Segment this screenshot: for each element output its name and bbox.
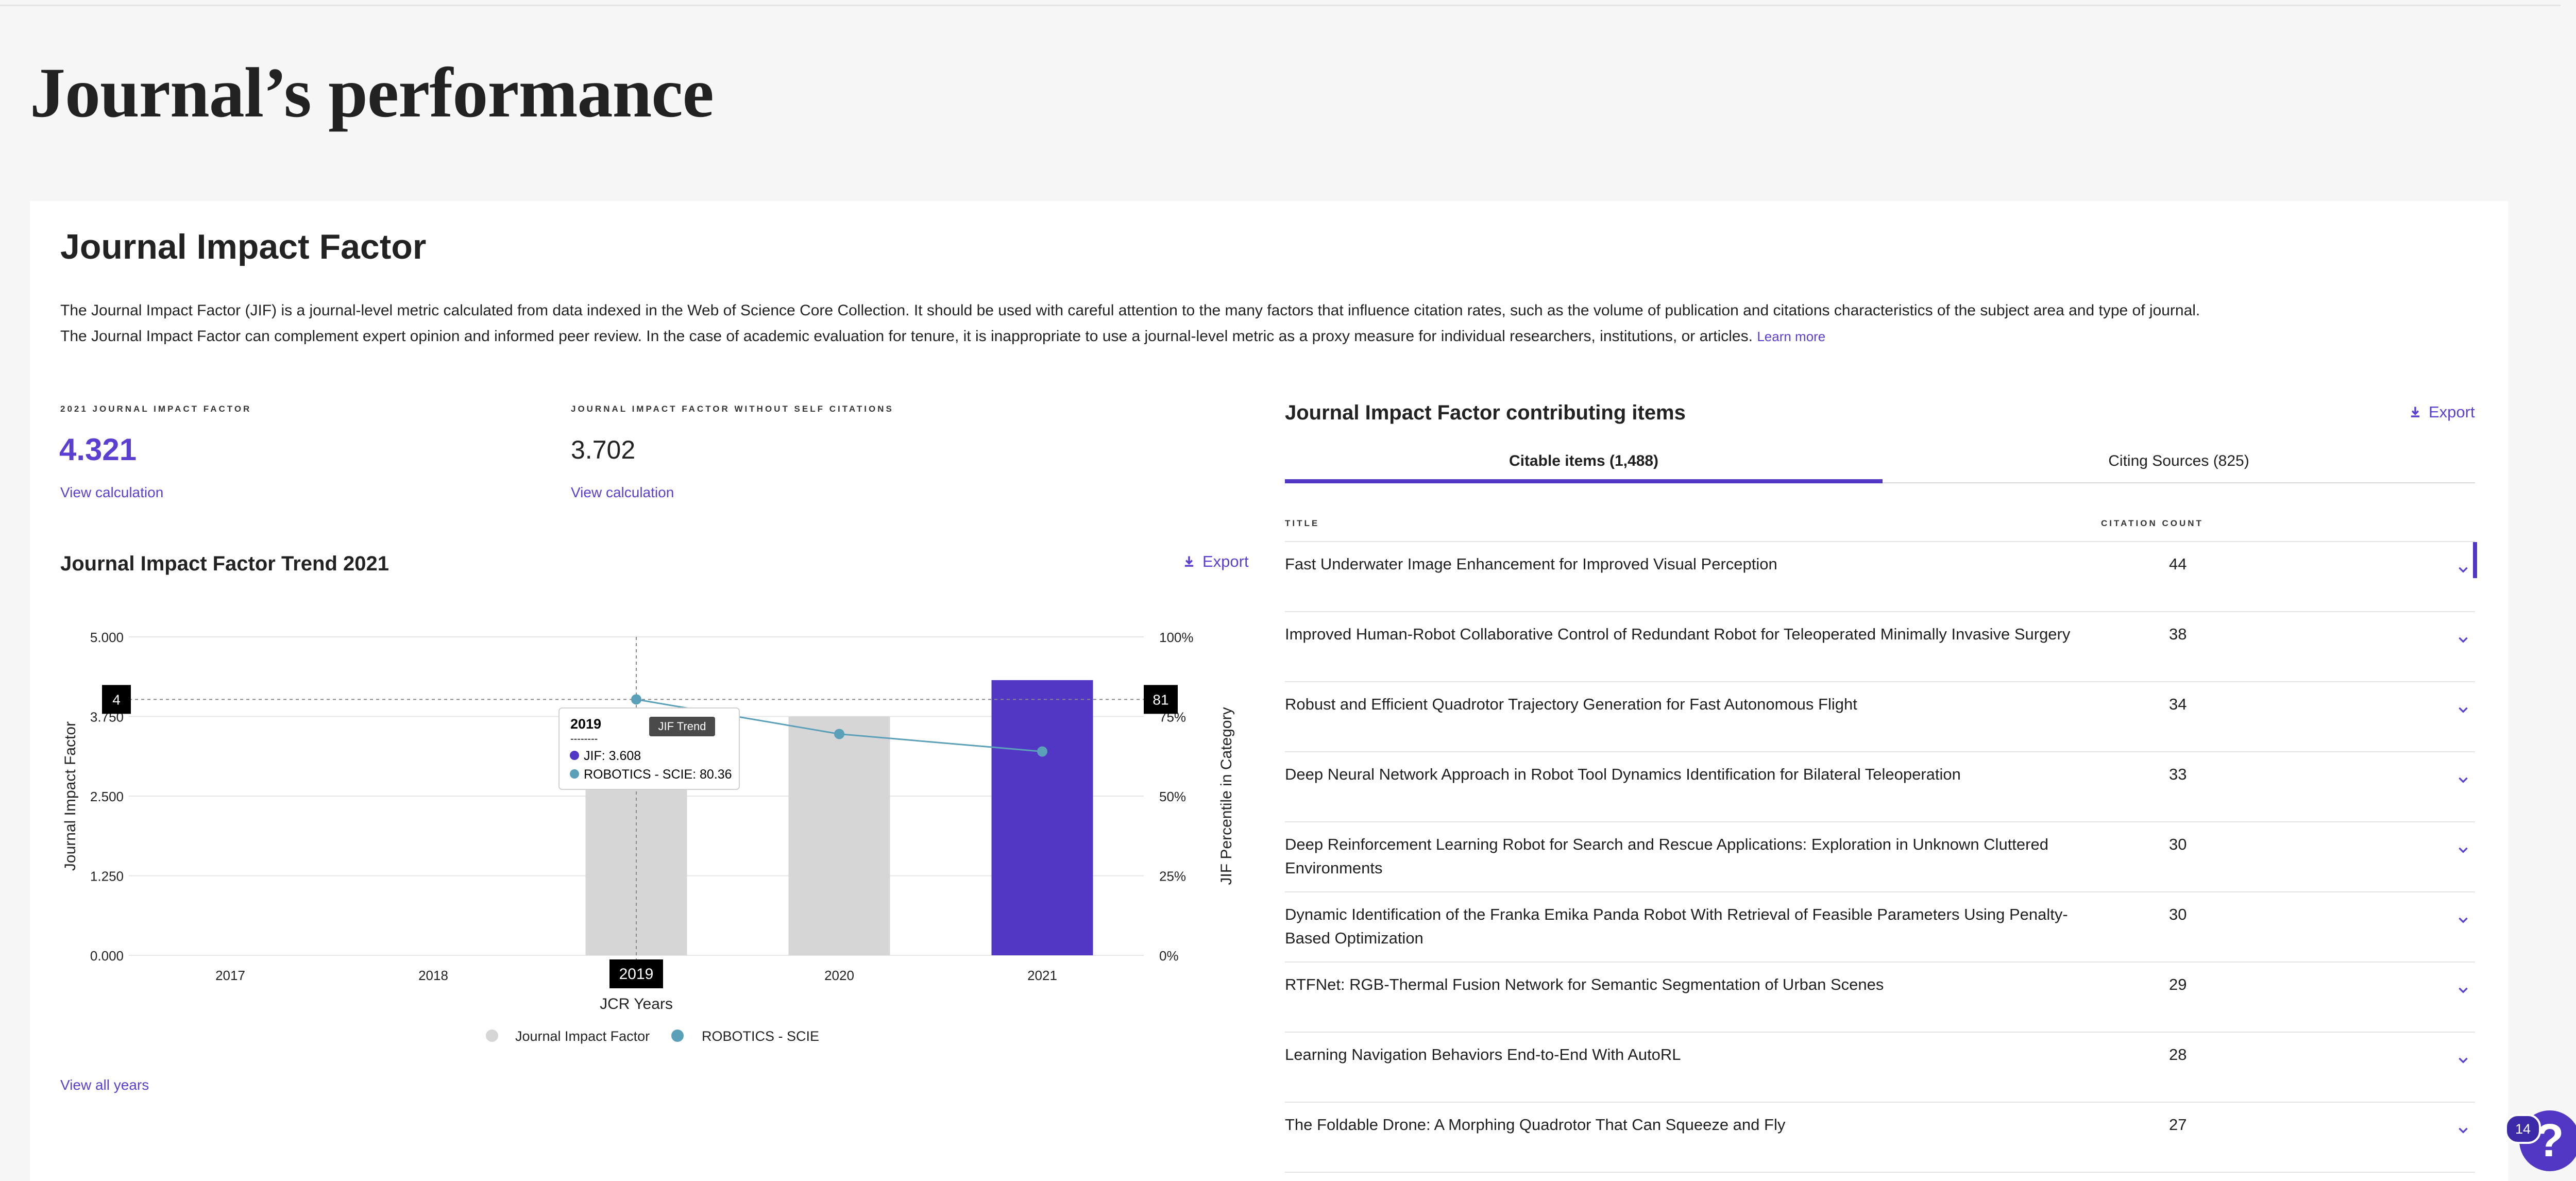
y-tick-label: 5.000 (90, 630, 124, 645)
table-row[interactable]: Robust and Efficient Quadrotor Trajector… (1285, 682, 2475, 752)
row-citation-count: 28 (2169, 1045, 2187, 1064)
metric-2021-label: 2021 Journal Impact Factor (60, 404, 252, 414)
chevron-down-icon[interactable] (2456, 983, 2470, 997)
chevron-down-icon[interactable] (2456, 913, 2470, 926)
metric-no-self-value: 3.702 (571, 435, 636, 464)
robotics-point (834, 729, 844, 739)
x-axis-title: JCR Years (600, 996, 673, 1013)
tab-citable-items[interactable]: Citable items (1,488) (1285, 452, 1883, 470)
robotics-point (1037, 746, 1047, 757)
table-row[interactable]: Deep Neural Network Approach in Robot To… (1285, 752, 2475, 822)
view-all-years-link[interactable]: View all years (60, 1077, 149, 1093)
y-tick-label: 2.500 (90, 789, 124, 804)
row-citation-count: 27 (2169, 1116, 2187, 1134)
tooltip-robotics: ROBOTICS - SCIE: 80.36 (584, 767, 732, 782)
notification-badge: 14 (2505, 1114, 2541, 1144)
description-text: The Journal Impact Factor (JIF) is a jou… (60, 302, 2200, 345)
learn-more-link[interactable]: Learn more (1757, 329, 1825, 344)
trend-tag: JIF Trend (658, 720, 706, 733)
tooltip-jif: JIF: 3.608 (584, 749, 641, 763)
y-right-tick-label: 0% (1159, 948, 1179, 964)
x-tick-label: 2018 (418, 968, 448, 983)
jif-description: The Journal Impact Factor (JIF) is a jou… (60, 298, 2224, 349)
y-tick-label: 0.000 (90, 948, 124, 964)
crosshair-left-value: 4 (112, 691, 121, 707)
table-row[interactable]: Deep Reinforcement Learning Robot for Se… (1285, 822, 2475, 892)
row-title[interactable]: Dynamic Identification of the Franka Emi… (1285, 903, 2109, 950)
tooltip-jif-dot (570, 751, 579, 760)
y-tick-label: 1.250 (90, 869, 124, 884)
chevron-down-icon[interactable] (2456, 633, 2470, 646)
metric-2021-value: 4.321 (59, 432, 137, 467)
row-citation-count: 30 (2169, 835, 2187, 853)
chevron-down-icon[interactable] (2456, 703, 2470, 716)
row-title[interactable]: The Foldable Drone: A Morphing Quadrotor… (1285, 1113, 2109, 1137)
bar-2020 (788, 716, 890, 955)
legend-jif-swatch (486, 1030, 498, 1042)
trend-title: Journal Impact Factor Trend 2021 (60, 552, 389, 575)
row-title[interactable]: Deep Reinforcement Learning Robot for Se… (1285, 833, 2109, 880)
row-title[interactable]: Improved Human-Robot Collaborative Contr… (1285, 622, 2109, 646)
crosshair-right-value: 81 (1153, 691, 1168, 707)
row-citation-count: 44 (2169, 555, 2187, 573)
page-title: Journal’s performance (30, 53, 714, 132)
chevron-down-icon[interactable] (2456, 1053, 2470, 1067)
x-tick-label: 2020 (824, 968, 854, 983)
y-right-tick-label: 25% (1159, 869, 1186, 884)
active-tab-indicator (1285, 479, 1883, 483)
y-right-axis-title: JIF Percentile in Category (1218, 707, 1235, 885)
contributing-title: Journal Impact Factor contributing items (1285, 401, 1686, 424)
row-title[interactable]: Learning Navigation Behaviors End-to-End… (1285, 1043, 2109, 1067)
table-row[interactable]: Dynamic Identification of the Franka Emi… (1285, 892, 2475, 963)
tooltip-year: 2019 (570, 716, 601, 732)
row-title[interactable]: Fast Underwater Image Enhancement for Im… (1285, 552, 2109, 576)
y-right-tick-label: 100% (1159, 630, 1194, 645)
view-calculation-link[interactable]: View calculation (60, 484, 163, 501)
chevron-down-icon[interactable] (2456, 563, 2470, 576)
view-calculation-link-no-self[interactable]: View calculation (571, 484, 674, 501)
tooltip-robotics-dot (570, 769, 579, 779)
chevron-down-icon[interactable] (2456, 773, 2470, 786)
download-icon (1184, 556, 1194, 567)
row-citation-count: 38 (2169, 625, 2187, 643)
legend-jif-label: Journal Impact Factor (515, 1028, 650, 1044)
top-divider (0, 0, 2561, 6)
row-title[interactable]: Robust and Efficient Quadrotor Trajector… (1285, 693, 2109, 716)
section-title: Journal Impact Factor (60, 227, 427, 266)
column-header-citation-count: CITATION COUNT (2101, 518, 2204, 528)
bar-2021 (991, 680, 1093, 955)
tooltip-separator: -------- (570, 733, 598, 745)
row-citation-count: 33 (2169, 765, 2187, 783)
contributing-export-button[interactable]: Export (2408, 403, 2475, 421)
trend-export-label: Export (1202, 552, 1249, 570)
column-header-title: TITLE (1285, 518, 1320, 528)
table-row[interactable]: Learning Navigation Behaviors End-to-End… (1285, 1033, 2475, 1103)
x-tick-label: 2017 (215, 968, 245, 983)
trend-export-button[interactable]: Export (1182, 552, 1249, 571)
table-row[interactable]: The Foldable Drone: A Morphing Quadrotor… (1285, 1103, 2475, 1173)
crosshair-x-value: 2019 (619, 966, 654, 983)
y-right-tick-label: 50% (1159, 789, 1186, 804)
row-citation-count: 34 (2169, 695, 2187, 713)
legend-robotics-label: ROBOTICS - SCIE (702, 1028, 819, 1044)
table-row[interactable]: Improved Human-Robot Collaborative Contr… (1285, 612, 2475, 682)
chevron-down-icon[interactable] (2456, 1123, 2470, 1137)
legend-robotics-swatch (671, 1030, 684, 1042)
row-title[interactable]: RTFNet: RGB-Thermal Fusion Network for S… (1285, 973, 2109, 997)
x-tick-label: 2021 (1027, 968, 1057, 983)
table-row[interactable]: RTFNet: RGB-Thermal Fusion Network for S… (1285, 963, 2475, 1033)
jif-trend-chart: 0.0001.2502.5003.7505.0000%25%50%75%100%… (62, 630, 1235, 1044)
metric-no-self-label: Journal Impact Factor without self citat… (571, 404, 894, 414)
row-citation-count: 30 (2169, 905, 2187, 923)
row-title[interactable]: Deep Neural Network Approach in Robot To… (1285, 763, 2109, 786)
chevron-down-icon[interactable] (2456, 843, 2470, 856)
tab-citing-sources[interactable]: Citing Sources (825) (1883, 452, 2475, 470)
contributing-export-label: Export (2429, 403, 2475, 421)
robotics-point (631, 694, 641, 705)
y-axis-title: Journal Impact Factor (62, 721, 79, 871)
row-citation-count: 29 (2169, 975, 2187, 993)
table-row[interactable]: Fast Underwater Image Enhancement for Im… (1285, 542, 2475, 612)
download-icon (2411, 407, 2420, 417)
